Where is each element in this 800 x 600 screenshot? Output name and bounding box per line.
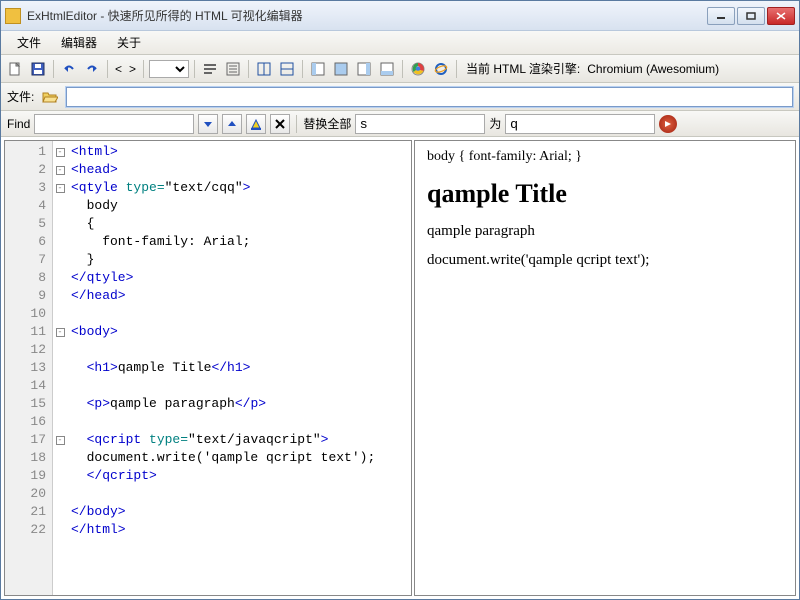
clear-find-icon[interactable]: [270, 114, 290, 134]
split-vertical-icon[interactable]: [277, 59, 297, 79]
fold-toggle[interactable]: -: [56, 328, 65, 337]
preview-css-text: body { font-family: Arial; }: [427, 149, 783, 165]
caret-left-icon[interactable]: <: [113, 62, 124, 76]
window-title: ExHtmlEditor - 快速所见所得的 HTML 可视化编辑器: [27, 7, 707, 24]
preview-h1: qample Title: [427, 179, 783, 209]
view-icon-4[interactable]: [377, 59, 397, 79]
replace-to-input[interactable]: [505, 114, 655, 134]
preview-p: qample paragraph: [427, 223, 783, 240]
render-engine-value: Chromium (Awesomium): [583, 62, 719, 76]
file-label: 文件:: [7, 88, 34, 105]
highlight-icon[interactable]: [246, 114, 266, 134]
findbar: Find 替换全部 为: [1, 111, 799, 137]
filebar: 文件:: [1, 83, 799, 111]
replace-from-input[interactable]: [355, 114, 485, 134]
new-file-icon[interactable]: [5, 59, 25, 79]
render-engine-label: 当前 HTML 渲染引擎:: [462, 60, 580, 77]
ie-icon[interactable]: [431, 59, 451, 79]
find-input[interactable]: [34, 114, 194, 134]
preview-pane: body { font-family: Arial; } qample Titl…: [414, 140, 796, 596]
view-icon-3[interactable]: [354, 59, 374, 79]
find-label: Find: [7, 117, 30, 131]
fold-toggle[interactable]: -: [56, 148, 65, 157]
titlebar[interactable]: ExHtmlEditor - 快速所见所得的 HTML 可视化编辑器: [1, 1, 799, 31]
content-area: 12345678910111213141516171819202122 - - - …: [1, 137, 799, 599]
view-icon-1[interactable]: [308, 59, 328, 79]
caret-right-icon[interactable]: >: [127, 62, 138, 76]
undo-icon[interactable]: [59, 59, 79, 79]
view-icon-2[interactable]: [331, 59, 351, 79]
chrome-icon[interactable]: [408, 59, 428, 79]
find-next-icon[interactable]: [198, 114, 218, 134]
fold-toggle[interactable]: -: [56, 436, 65, 445]
fold-column[interactable]: - - - - -: [53, 141, 67, 595]
menu-editor[interactable]: 编辑器: [51, 31, 107, 54]
format-icon-1[interactable]: [200, 59, 220, 79]
fold-toggle[interactable]: -: [56, 166, 65, 175]
open-file-icon[interactable]: [40, 87, 60, 107]
close-button[interactable]: [767, 7, 795, 25]
file-path-input[interactable]: [66, 87, 793, 107]
find-prev-icon[interactable]: [222, 114, 242, 134]
menubar: 文件 编辑器 关于: [1, 31, 799, 55]
preview-script-text: document.write('qample qcript text');: [427, 252, 783, 269]
app-icon: [5, 8, 21, 24]
minimize-button[interactable]: [707, 7, 735, 25]
code-editor[interactable]: 12345678910111213141516171819202122 - - - …: [4, 140, 412, 596]
split-horizontal-icon[interactable]: [254, 59, 274, 79]
replace-all-label: 替换全部: [303, 115, 351, 132]
maximize-button[interactable]: [737, 7, 765, 25]
menu-about[interactable]: 关于: [107, 31, 151, 54]
save-icon[interactable]: [28, 59, 48, 79]
toolbar-select[interactable]: [149, 60, 189, 78]
toolbar: < > 当前 HTML 渲染引擎: Chromium (Awesomium): [1, 55, 799, 83]
replace-to-label: 为: [489, 115, 501, 132]
fold-toggle[interactable]: -: [56, 184, 65, 193]
line-numbers: 12345678910111213141516171819202122: [5, 141, 53, 595]
replace-go-button[interactable]: [659, 115, 677, 133]
redo-icon[interactable]: [82, 59, 102, 79]
code-text[interactable]: <html><head><qtyle type="text/cqq"> body…: [67, 141, 411, 595]
app-window: ExHtmlEditor - 快速所见所得的 HTML 可视化编辑器 文件 编辑…: [0, 0, 800, 600]
format-icon-2[interactable]: [223, 59, 243, 79]
menu-file[interactable]: 文件: [7, 31, 51, 54]
